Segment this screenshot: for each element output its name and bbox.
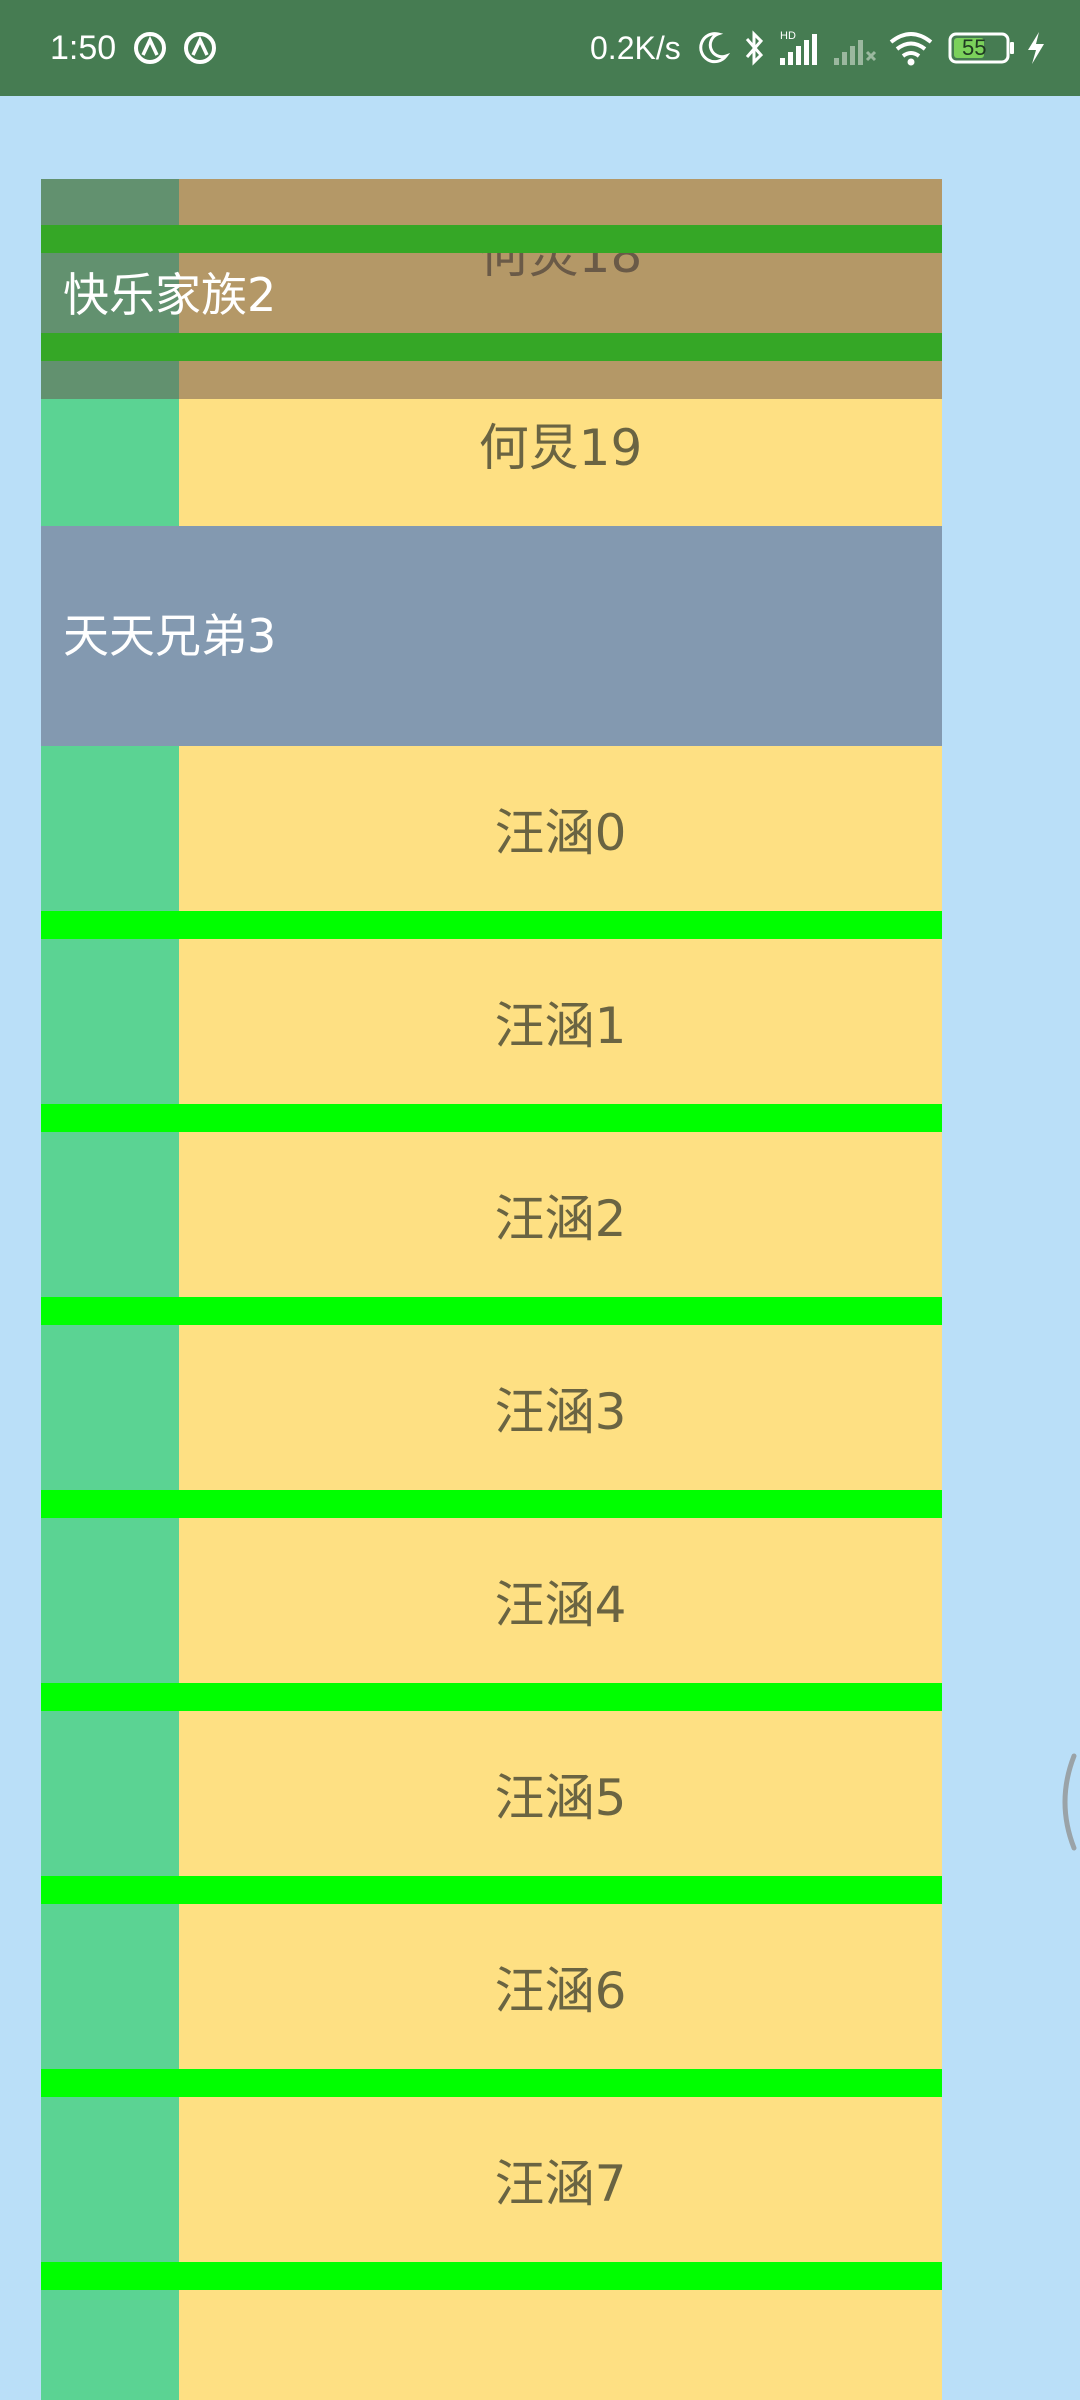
charging-bolt-icon: [1028, 32, 1044, 64]
list-item[interactable]: 汪涵4: [41, 1518, 942, 1683]
list-item-left-cell: [41, 2290, 179, 2400]
list-item[interactable]: 汪涵2: [41, 1132, 942, 1297]
battery-icon: 55: [948, 32, 1014, 64]
hd-signal-icon: HD: [780, 30, 817, 65]
status-time: 1:50: [50, 29, 117, 67]
list-item[interactable]: 汪涵6: [41, 1904, 942, 2069]
list-item-label: 何炅19: [179, 361, 942, 526]
list-item[interactable]: [41, 2290, 942, 2400]
list-item-left-cell: [41, 2097, 179, 2262]
list-item-label: [179, 2290, 942, 2400]
list-item[interactable]: 汪涵7: [41, 2097, 942, 2262]
group-header-label: 天天兄弟3: [63, 609, 277, 663]
list-item[interactable]: 何炅18: [41, 179, 942, 333]
list-item-label: 汪涵3: [179, 1325, 942, 1490]
list-item-label: 汪涵5: [179, 1711, 942, 1876]
list-item-label: 何炅18: [179, 179, 942, 333]
list-divider: [41, 1297, 942, 1325]
svg-text:HD: HD: [780, 30, 796, 42]
list-item[interactable]: 汪涵0: [41, 746, 942, 911]
group-header: 天天兄弟3: [41, 526, 942, 746]
list-item[interactable]: 何炅19: [41, 361, 942, 526]
list-item-label: 汪涵0: [179, 746, 942, 911]
edge-handle-icon[interactable]: [1052, 1752, 1080, 1852]
wifi-icon: [889, 32, 933, 66]
signal-icon: [834, 40, 877, 65]
list-divider: [41, 1104, 942, 1132]
list-item-left-cell: [41, 939, 179, 1104]
list-divider: [41, 2262, 942, 2290]
list-item-left-cell: [41, 746, 179, 911]
list-divider: [41, 2069, 942, 2097]
moon-icon: [699, 32, 730, 64]
list-item-left-cell: [41, 1132, 179, 1297]
status-bar: 1:50 0.2K/s HD 55: [0, 0, 1080, 96]
list-item[interactable]: 汪涵1: [41, 939, 942, 1104]
list-item-label: 汪涵1: [179, 939, 942, 1104]
list-item-left-cell: [41, 1711, 179, 1876]
battery-level: 55: [962, 35, 987, 60]
list-item-left-cell: [41, 1904, 179, 2069]
circle-a-icon: [184, 32, 216, 64]
list-item-label: 汪涵6: [179, 1904, 942, 2069]
list-divider: [41, 1876, 942, 1904]
list-divider: [41, 1683, 942, 1711]
list-item-left-cell: [41, 1325, 179, 1490]
list-item-label: 汪涵2: [179, 1132, 942, 1297]
grouped-list[interactable]: 何炅18 何炅19 天天兄弟3 汪涵0 汪涵1 汪涵2 汪涵3 汪涵4 汪涵5 汪涵6 汪涵7 快乐家…: [41, 179, 942, 2400]
list-divider: [41, 1490, 942, 1518]
circle-a-icon: [134, 32, 166, 64]
list-item-left-cell: [41, 179, 179, 333]
list-divider: [41, 911, 942, 939]
bluetooth-icon: [745, 30, 764, 66]
list-divider: [41, 333, 942, 361]
list-item-left-cell: [41, 361, 179, 526]
list-item-left-cell: [41, 1518, 179, 1683]
list-item-label: 汪涵4: [179, 1518, 942, 1683]
list-item[interactable]: 汪涵5: [41, 1711, 942, 1876]
network-speed: 0.2K/s: [590, 30, 681, 66]
list-item[interactable]: 汪涵3: [41, 1325, 942, 1490]
list-item-label: 汪涵7: [179, 2097, 942, 2262]
list-divider: [41, 225, 942, 253]
